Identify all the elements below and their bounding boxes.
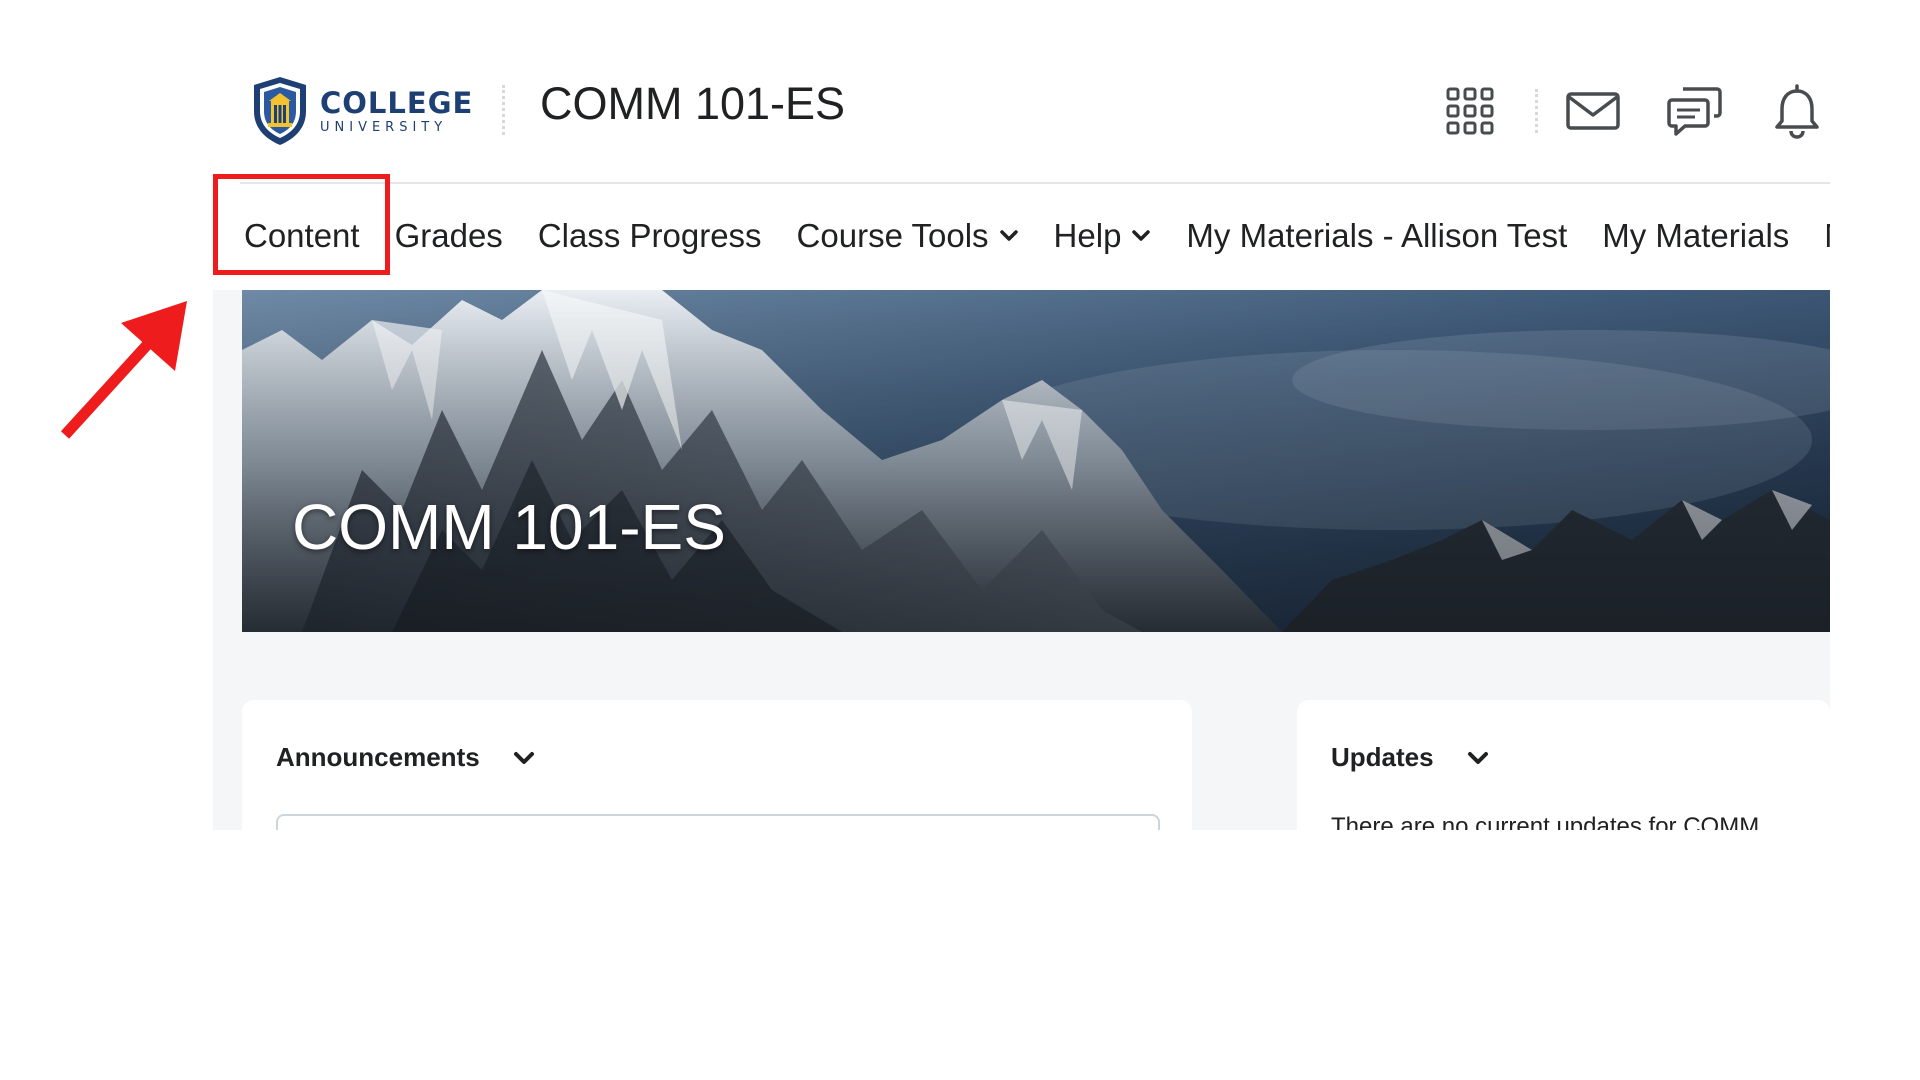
updates-header[interactable]: Updates (1331, 742, 1490, 773)
course-header: COLLEGE UNIVERSITY COMM 101-ES (240, 60, 1830, 180)
logo-subtitle: UNIVERSITY (320, 119, 448, 135)
chevron-down-icon (999, 230, 1018, 241)
updates-widget: Updates There are no current updates for… (1297, 700, 1830, 830)
announcements-widget: Announcements (242, 700, 1192, 830)
nav-item-label: Grades (394, 217, 503, 254)
nav-item-label: Content (244, 217, 360, 254)
header-icon-bar (1437, 78, 1830, 144)
nav-item-label: Help (1053, 217, 1122, 254)
chevron-down-icon (1467, 751, 1488, 764)
nav-item-label: Class Progress (537, 217, 762, 254)
nav-item-label: Course Tools (796, 217, 989, 254)
nav-item-content[interactable]: Content (244, 217, 360, 255)
mountain-banner-image (242, 290, 1830, 632)
updates-message: There are no current updates for COMM (1331, 813, 1760, 830)
nav-item-my-materials[interactable]: My Materials (1602, 217, 1789, 255)
nav-item-label: My Materials - Allison Test (1186, 217, 1568, 254)
announcements-header[interactable]: Announcements (276, 742, 536, 773)
course-navbar: Content Grades Class Progress Course Too… (240, 200, 1830, 272)
chevron-down-icon (513, 751, 534, 764)
announcement-item[interactable] (276, 814, 1160, 830)
course-title[interactable]: COMM 101-ES (540, 78, 845, 130)
widget-title: Announcements (276, 742, 480, 772)
widget-title: Updates (1331, 742, 1434, 772)
nav-item-help[interactable]: Help (1054, 217, 1152, 255)
app-grid-icon[interactable] (1437, 78, 1503, 144)
header-divider (502, 85, 505, 135)
nav-item-overflow[interactable]: M (1824, 217, 1830, 255)
nav-item-label: M (1824, 217, 1830, 255)
nav-item-my-materials-allison-test[interactable]: My Materials - Allison Test (1186, 217, 1567, 255)
college-logo[interactable]: COLLEGE UNIVERSITY (250, 68, 473, 154)
nav-item-grades[interactable]: Grades (395, 217, 503, 255)
course-banner: COMM 101-ES (242, 290, 1830, 632)
mail-icon[interactable] (1560, 78, 1626, 144)
shield-logo-icon (254, 77, 306, 145)
nav-item-course-tools[interactable]: Course Tools (797, 217, 1019, 255)
banner-course-title: COMM 101-ES (292, 491, 726, 563)
nav-item-label: My Materials (1602, 217, 1790, 254)
nav-item-class-progress[interactable]: Class Progress (538, 217, 762, 255)
bell-icon[interactable] (1764, 78, 1830, 144)
chat-icon[interactable] (1662, 78, 1728, 144)
header-divider-line (240, 182, 1830, 184)
logo-name: COLLEGE (320, 85, 474, 120)
annotation-arrow-icon (60, 301, 187, 439)
chevron-down-icon (1132, 230, 1151, 241)
icons-divider (1535, 89, 1538, 133)
